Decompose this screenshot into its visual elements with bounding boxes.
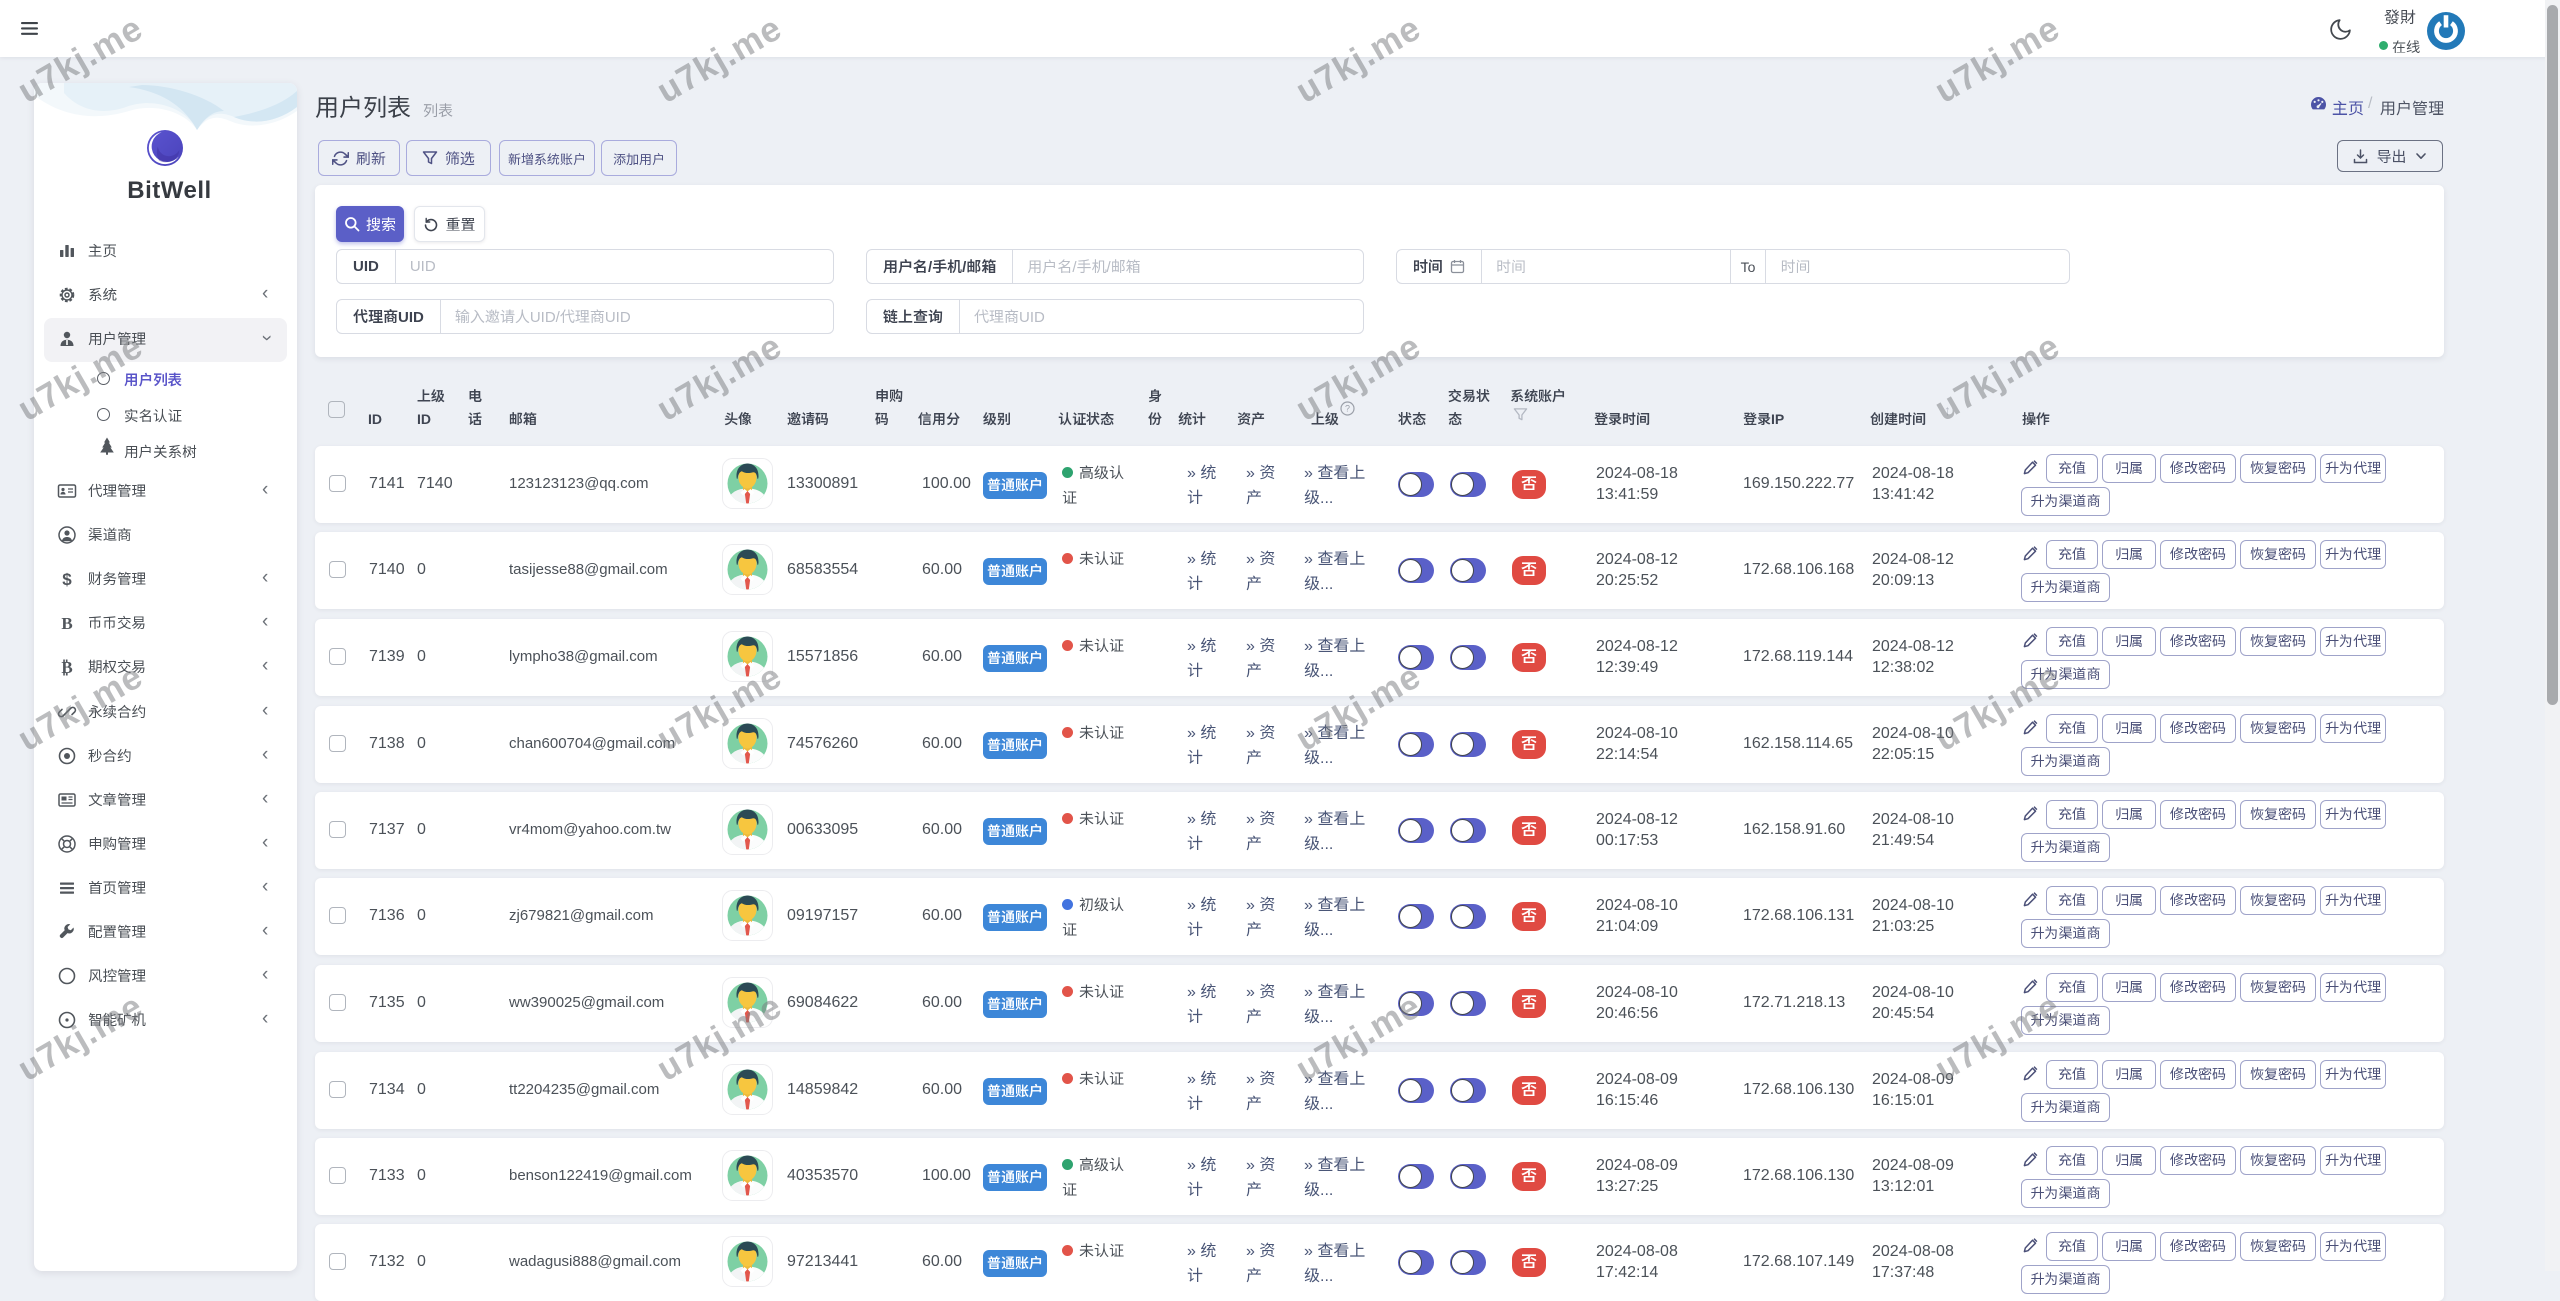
- svg-text:₿: ₿: [61, 658, 72, 677]
- svg-text:?: ?: [1345, 404, 1350, 414]
- svg-text:$: $: [62, 570, 72, 589]
- svg-text:B: B: [61, 614, 72, 633]
